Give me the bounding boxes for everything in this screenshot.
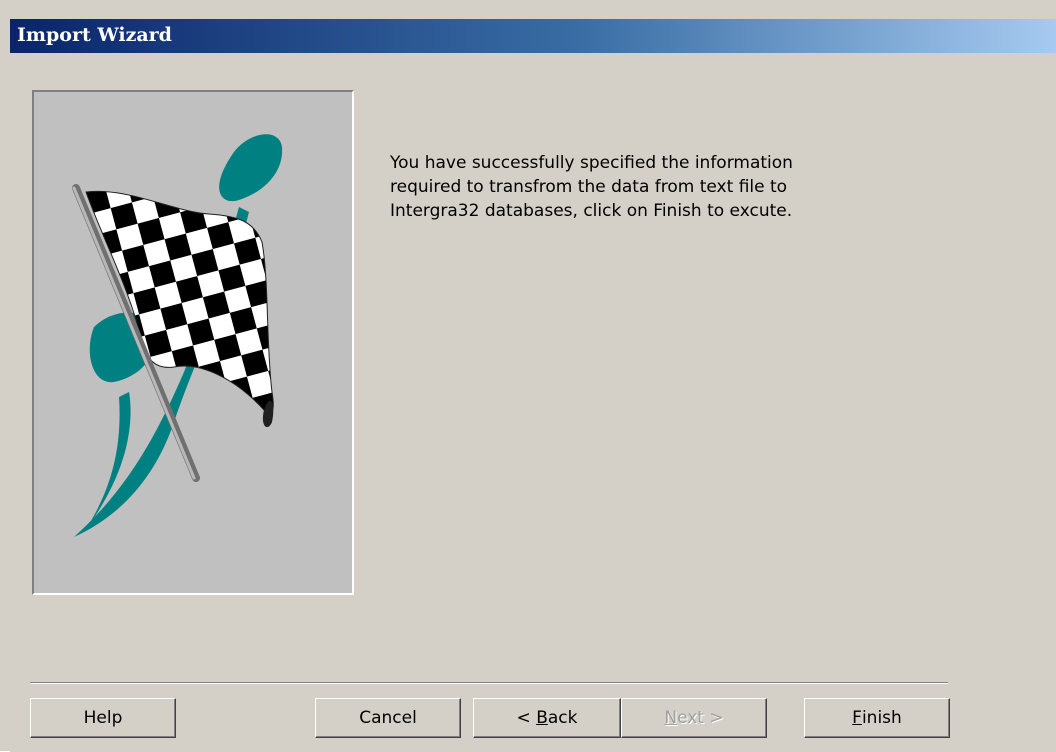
help-button-label: Help bbox=[83, 708, 123, 728]
next-button-mnemonic: N bbox=[664, 708, 678, 728]
finish-button[interactable]: Finish bbox=[804, 698, 950, 738]
back-button-mnemonic: B bbox=[536, 708, 548, 728]
cancel-button-label: Cancel bbox=[359, 708, 417, 728]
checkered-flag-icon bbox=[72, 134, 283, 537]
finish-button-mnemonic: F bbox=[852, 708, 862, 728]
back-button[interactable]: < Back bbox=[473, 698, 621, 738]
button-divider bbox=[30, 682, 948, 684]
finish-button-label: inish bbox=[861, 708, 902, 728]
window-title: Import Wizard bbox=[17, 24, 172, 46]
title-bar[interactable]: Import Wizard bbox=[10, 19, 1056, 53]
import-wizard-window: Import Wizard You have successfully spec… bbox=[0, 0, 1056, 752]
wizard-illustration-panel bbox=[32, 90, 354, 595]
back-button-prefix: < bbox=[516, 708, 537, 728]
cancel-button[interactable]: Cancel bbox=[315, 698, 461, 738]
back-button-label: ack bbox=[547, 708, 578, 728]
next-button-label: ext > bbox=[677, 708, 724, 728]
wizard-message: You have successfully specified the info… bbox=[390, 153, 793, 221]
next-button[interactable]: Next > bbox=[621, 698, 767, 738]
help-button[interactable]: Help bbox=[30, 698, 176, 738]
